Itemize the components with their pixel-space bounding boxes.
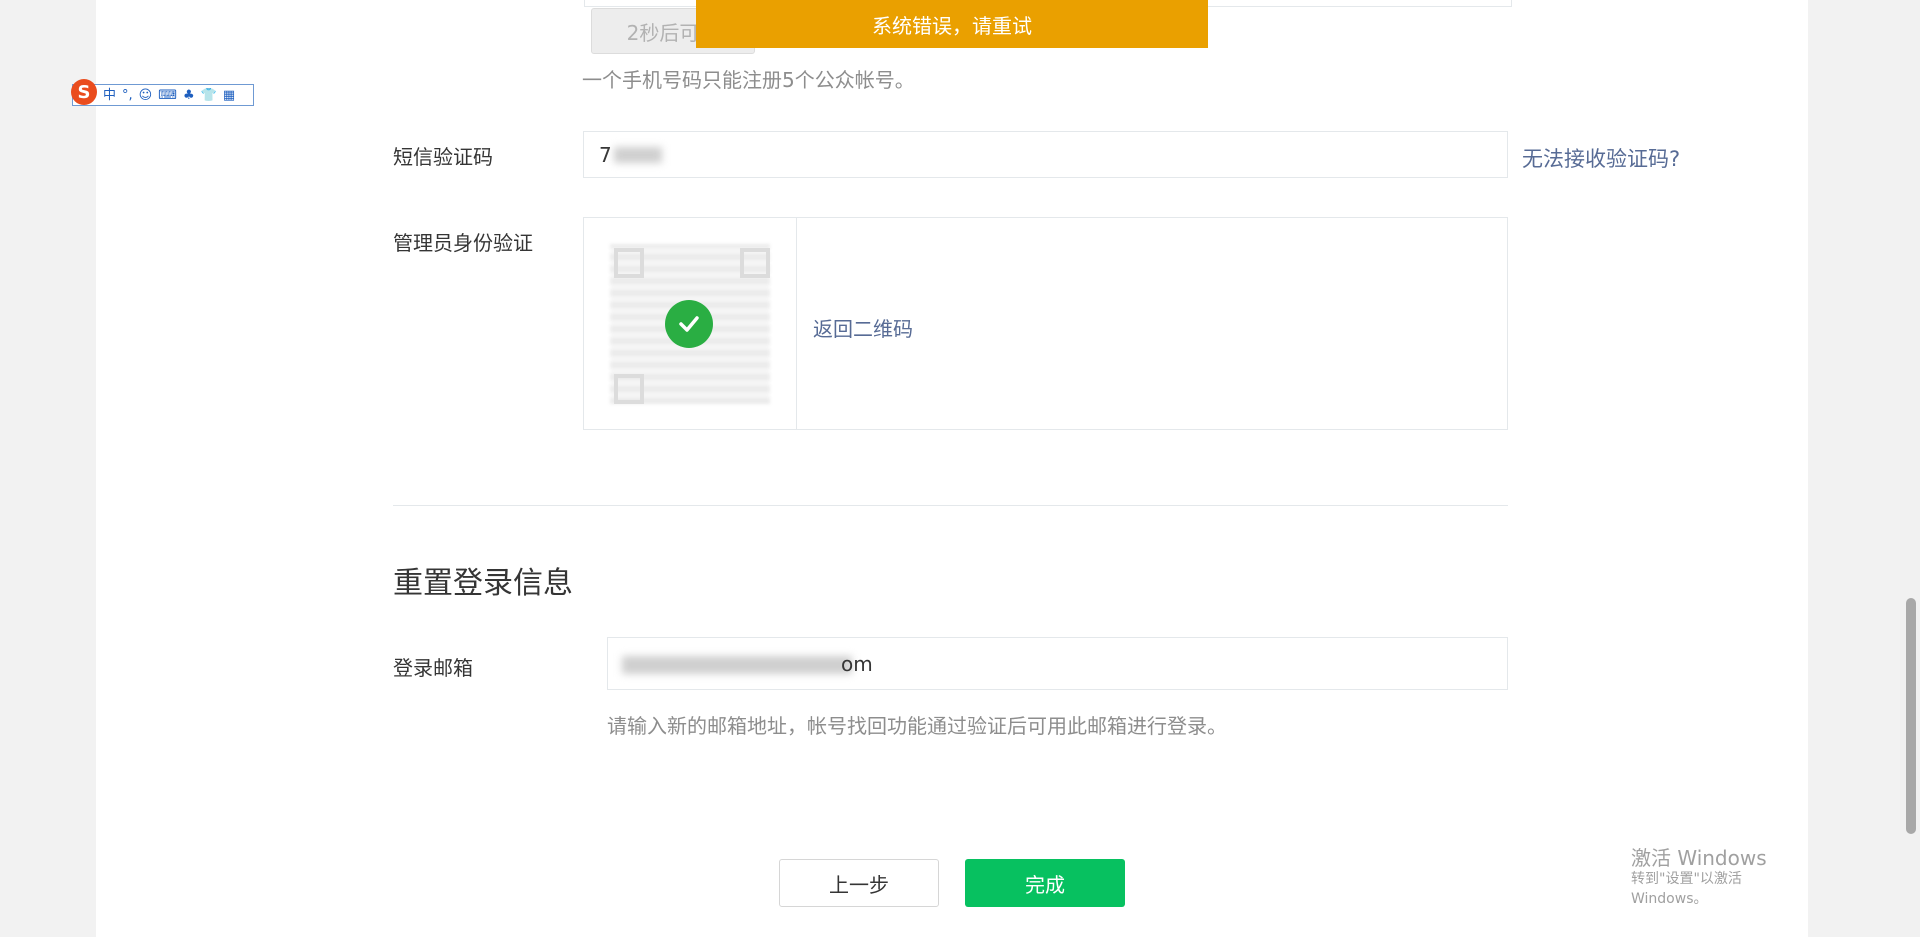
done-button[interactable]: 完成 xyxy=(965,859,1125,907)
sms-code-blur xyxy=(614,147,662,163)
page-container: 2秒后可重 一个手机号码只能注册5个公众帐号。 短信验证码 7 无法接收验证码?… xyxy=(96,0,1808,937)
qr-cell xyxy=(584,218,797,429)
prev-step-label: 上一步 xyxy=(829,872,889,897)
error-toast: 系统错误，请重试 xyxy=(696,0,1208,48)
login-email-label: 登录邮箱 xyxy=(393,656,473,680)
email-visible-suffix: om xyxy=(841,652,873,676)
check-success-icon xyxy=(665,300,713,348)
sms-code-value: 7 xyxy=(599,143,612,167)
login-email-input[interactable]: om xyxy=(607,637,1508,690)
admin-verify-label: 管理员身份验证 xyxy=(393,231,533,255)
email-hint: 请输入新的邮箱地址，帐号找回功能通过验证后可用此邮箱进行登录。 xyxy=(607,714,1227,738)
ime-user-icon[interactable]: ♣ xyxy=(183,89,195,102)
ime-keyboard-icon[interactable]: ⌨ xyxy=(158,89,177,102)
prev-step-button[interactable]: 上一步 xyxy=(779,859,939,907)
qr-corner-tl xyxy=(614,248,644,278)
done-label: 完成 xyxy=(1025,872,1065,897)
email-blur xyxy=(622,656,852,674)
ime-toolbox-icon[interactable]: ▦ xyxy=(223,89,235,102)
cannot-receive-code-link[interactable]: 无法接收验证码? xyxy=(1522,143,1680,173)
windows-activation-title: 激活 Windows xyxy=(1631,846,1767,870)
sms-code-input[interactable]: 7 xyxy=(583,131,1508,178)
phone-hint: 一个手机号码只能注册5个公众帐号。 xyxy=(582,68,915,92)
qr-corner-bl xyxy=(614,374,644,404)
sogou-logo-icon[interactable]: S xyxy=(71,79,97,105)
ime-skin-icon[interactable]: 👕 xyxy=(201,89,217,102)
section-divider xyxy=(393,505,1508,506)
back-to-qr-link[interactable]: 返回二维码 xyxy=(813,313,913,342)
reset-section-title: 重置登录信息 xyxy=(393,566,573,601)
error-toast-message: 系统错误，请重试 xyxy=(872,13,1032,38)
ime-chinese-mode-icon[interactable]: 中 xyxy=(103,89,116,102)
sms-code-label: 短信验证码 xyxy=(393,145,493,169)
windows-activation-subtitle: 转到"设置"以激活 Windows。 xyxy=(1631,871,1742,907)
ime-punctuation-icon[interactable]: °, xyxy=(122,89,133,102)
scrollbar-thumb[interactable] xyxy=(1906,598,1916,834)
admin-verify-panel: 返回二维码 xyxy=(583,217,1508,430)
qr-corner-tr xyxy=(740,248,770,278)
ime-emoji-icon[interactable]: ☺ xyxy=(139,89,153,102)
ime-toolbar[interactable]: S 中 °, ☺ ⌨ ♣ 👕 ▦ xyxy=(71,79,254,106)
